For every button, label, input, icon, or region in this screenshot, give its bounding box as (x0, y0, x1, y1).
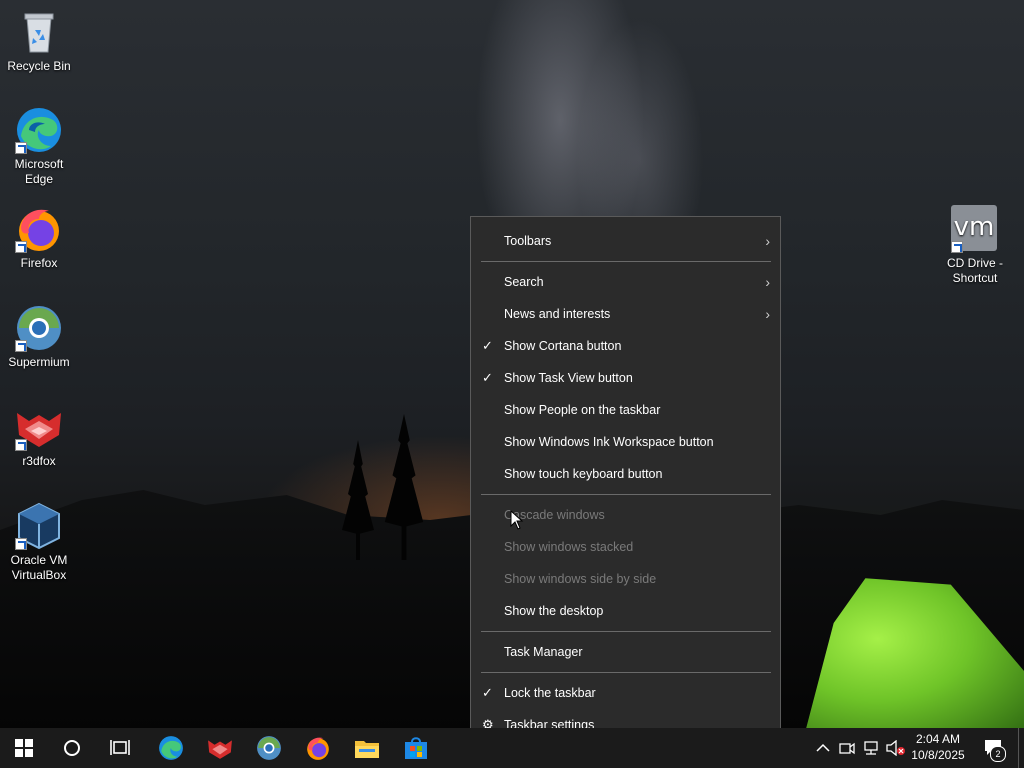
tray-network[interactable] (860, 728, 882, 768)
edge-icon (15, 106, 63, 154)
task-view-icon (110, 740, 130, 755)
clock[interactable]: 2:04 AM 10/8/2025 (906, 731, 970, 763)
desktop-icon-firefox[interactable]: Firefox (1, 205, 77, 271)
menu-separator (481, 494, 771, 495)
desktop-icon-label: r3dfox (22, 454, 56, 468)
desktop-icon-label: Microsoft Edge (14, 157, 64, 186)
tray-volume[interactable] (884, 728, 908, 768)
start-icon (15, 739, 33, 757)
action-center-button[interactable]: 2 (978, 728, 1010, 768)
menu-item-show-touch-keyboard[interactable]: Show touch keyboard button (471, 460, 780, 488)
search-icon (64, 740, 80, 756)
menu-item-show-people[interactable]: Show People on the taskbar (471, 396, 780, 424)
taskbar-context-menu: Toolbars › Search › News and interests ›… (470, 216, 781, 749)
chevron-right-icon: › (765, 274, 770, 290)
file-explorer-icon (355, 741, 379, 758)
supermium-icon (15, 304, 63, 352)
desktop-icon-label: Oracle VM VirtualBox (10, 553, 68, 582)
chevron-right-icon: › (765, 306, 770, 322)
edge-icon (159, 736, 183, 760)
shortcut-arrow-icon (15, 241, 27, 253)
menu-item-news-and-interests[interactable]: News and interests › (471, 300, 780, 328)
mouse-cursor-icon (510, 510, 524, 530)
task-view-button[interactable] (96, 728, 144, 768)
menu-item-toolbars[interactable]: Toolbars › (471, 227, 780, 255)
checkmark-icon: ✓ (482, 370, 493, 385)
desktop-icon-label: Recycle Bin (7, 59, 71, 73)
chevron-up-icon (816, 743, 830, 752)
menu-item-show-task-view-button[interactable]: ✓ Show Task View button (471, 364, 780, 392)
menu-item-lock-the-taskbar[interactable]: ✓ Lock the taskbar (471, 679, 780, 707)
desktop-icon-cd-drive[interactable]: vm CD Drive - Shortcut (937, 205, 1013, 286)
firefox-icon (307, 737, 329, 760)
desktop-icon-virtualbox[interactable]: Oracle VM VirtualBox (1, 502, 77, 583)
r3dfox-icon (208, 740, 232, 759)
show-hidden-icons-button[interactable] (812, 728, 834, 768)
shortcut-arrow-icon (15, 142, 27, 154)
menu-item-show-cortana-button[interactable]: ✓ Show Cortana button (471, 332, 780, 360)
firefox-icon (15, 205, 63, 253)
taskbar-app-supermium[interactable] (245, 728, 293, 768)
checkmark-icon: ✓ (482, 685, 493, 700)
menu-item-task-manager[interactable]: Task Manager (471, 638, 780, 666)
vmware-icon: vm (951, 205, 999, 253)
checkmark-icon: ✓ (482, 338, 493, 353)
taskbar-app-store[interactable] (392, 728, 440, 768)
taskbar-app-firefox[interactable] (294, 728, 342, 768)
desktop-icon-supermium[interactable]: Supermium (1, 304, 77, 370)
menu-item-search[interactable]: Search › (471, 268, 780, 296)
shortcut-arrow-icon (15, 538, 27, 550)
menu-item-show-windows-side-by-side: Show windows side by side (504, 572, 657, 586)
shortcut-arrow-icon (15, 340, 27, 352)
volume-muted-icon (886, 740, 905, 756)
desktop-icon-recycle-bin[interactable]: Recycle Bin (1, 8, 77, 74)
supermium-icon (257, 736, 281, 760)
chevron-right-icon: › (765, 233, 770, 249)
start-button[interactable] (0, 728, 48, 768)
menu-item-show-the-desktop[interactable]: Show the desktop (471, 597, 780, 625)
menu-item-show-windows-stacked: Show windows stacked (504, 540, 634, 554)
tray-meet-now[interactable] (836, 728, 858, 768)
desktop-icon-edge[interactable]: Microsoft Edge (1, 106, 77, 187)
desktop-icon-r3dfox[interactable]: r3dfox (1, 403, 77, 469)
menu-separator (481, 261, 771, 262)
notification-count-badge: 2 (990, 746, 1006, 762)
virtualbox-icon (15, 502, 63, 550)
shortcut-arrow-icon (15, 439, 27, 451)
taskbar: 2:04 AM 10/8/2025 2 (0, 728, 1024, 768)
taskbar-app-file-explorer[interactable] (343, 728, 391, 768)
menu-separator (481, 631, 771, 632)
recycle-bin-icon (15, 8, 63, 56)
taskbar-app-r3dfox[interactable] (196, 728, 244, 768)
desktop-icon-label: Supermium (8, 355, 70, 369)
r3dfox-icon (15, 403, 63, 451)
store-icon (405, 737, 427, 759)
clock-time: 2:04 AM (915, 732, 961, 746)
taskbar-app-edge[interactable] (147, 728, 195, 768)
desktop-icon-label: Firefox (20, 256, 58, 270)
camera-icon (839, 742, 855, 755)
menu-separator (481, 672, 771, 673)
clock-date: 10/8/2025 (911, 748, 965, 762)
search-button[interactable] (48, 728, 96, 768)
show-desktop-button[interactable] (1018, 728, 1019, 768)
menu-item-show-windows-ink[interactable]: Show Windows Ink Workspace button (471, 428, 780, 456)
shortcut-arrow-icon (951, 241, 963, 253)
network-icon (864, 741, 878, 755)
desktop-icon-label: CD Drive - Shortcut (947, 256, 1003, 285)
